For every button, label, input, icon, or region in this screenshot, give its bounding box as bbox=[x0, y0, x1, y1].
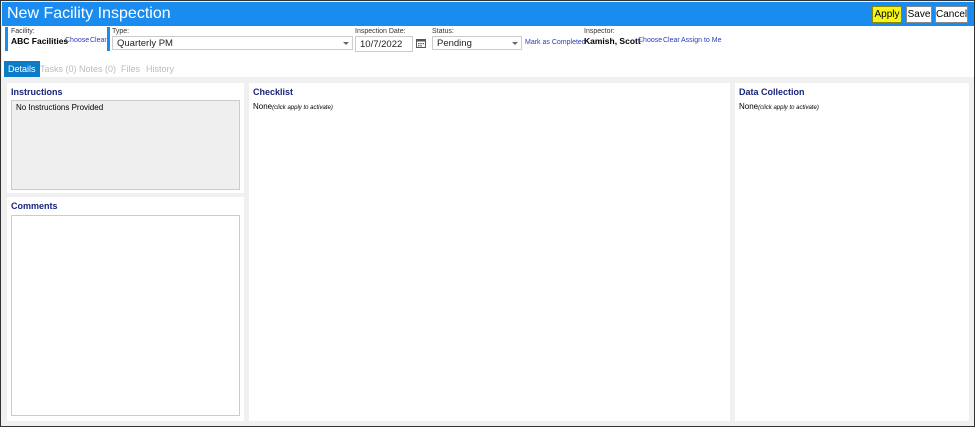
inspection-date-label: Inspection Date: bbox=[355, 28, 406, 35]
data-collection-heading: Data Collection bbox=[739, 87, 805, 97]
instructions-panel: Instructions No Instructions Provided bbox=[7, 83, 244, 193]
chevron-down-icon bbox=[343, 42, 349, 45]
checklist-empty: None(click apply to activate) bbox=[253, 102, 333, 111]
calendar-icon[interactable] bbox=[416, 38, 426, 48]
comments-heading: Comments bbox=[11, 201, 58, 211]
data-collection-empty: None(click apply to activate) bbox=[739, 102, 819, 111]
type-select-value: Quarterly PM bbox=[117, 38, 173, 49]
save-button[interactable]: Save bbox=[906, 6, 932, 23]
status-select-value: Pending bbox=[437, 38, 472, 49]
facility-value: ABC Facilities bbox=[11, 36, 69, 46]
facility-choose-link[interactable]: Choose bbox=[65, 37, 89, 44]
checklist-none: None bbox=[253, 102, 273, 111]
inspector-label: Inspector: bbox=[584, 28, 615, 35]
assign-to-me-link[interactable]: Assign to Me bbox=[681, 37, 721, 44]
tab-files[interactable]: Files bbox=[121, 61, 140, 77]
checklist-heading: Checklist bbox=[253, 87, 294, 97]
instructions-heading: Instructions bbox=[11, 87, 63, 97]
data-collection-panel: Data Collection None(click apply to acti… bbox=[735, 83, 969, 421]
title-bar: New Facility Inspection Apply Save Cance… bbox=[2, 2, 974, 26]
data-collection-none: None bbox=[739, 102, 759, 111]
instructions-box: No Instructions Provided bbox=[11, 100, 240, 190]
inspection-date-input[interactable]: 10/7/2022 bbox=[355, 36, 413, 52]
apply-button[interactable]: Apply bbox=[872, 6, 902, 23]
facility-accent bbox=[5, 27, 8, 51]
comments-textarea[interactable] bbox=[11, 215, 240, 416]
mark-completed-link[interactable]: Mark as Completed bbox=[525, 39, 586, 46]
page-title: New Facility Inspection bbox=[7, 5, 171, 22]
tab-details[interactable]: Details bbox=[4, 61, 40, 77]
instructions-text: No Instructions Provided bbox=[16, 103, 104, 112]
inspector-value: Kamish, Scott bbox=[584, 36, 641, 46]
tab-notes[interactable]: Notes (0) bbox=[79, 61, 116, 77]
facility-clear-link[interactable]: Clear bbox=[90, 37, 107, 44]
checklist-hint: (click apply to activate) bbox=[272, 105, 333, 111]
comments-panel: Comments bbox=[7, 197, 244, 421]
inspection-date-value: 10/7/2022 bbox=[360, 39, 403, 50]
type-accent bbox=[107, 27, 110, 51]
status-label: Status: bbox=[432, 28, 454, 35]
inspection-header: Facility: ABC Facilities Choose Clear Ty… bbox=[2, 26, 974, 60]
type-label: Type: bbox=[112, 28, 130, 35]
cancel-button[interactable]: Cancel bbox=[935, 6, 968, 23]
data-collection-hint: (click apply to activate) bbox=[758, 105, 819, 111]
app-window: New Facility Inspection Apply Save Cance… bbox=[0, 0, 975, 427]
tab-bar: Details Tasks (0) Notes (0) Files Histor… bbox=[2, 60, 974, 77]
inspector-clear-link[interactable]: Clear bbox=[663, 37, 680, 44]
facility-label: Facility: bbox=[11, 28, 35, 35]
tab-history[interactable]: History bbox=[146, 61, 174, 77]
chevron-down-icon bbox=[512, 42, 518, 45]
inspector-choose-link[interactable]: Choose bbox=[638, 37, 662, 44]
type-select[interactable]: Quarterly PM bbox=[112, 36, 353, 50]
checklist-panel: Checklist None(click apply to activate) bbox=[249, 83, 730, 421]
status-select[interactable]: Pending bbox=[432, 36, 522, 50]
tab-tasks[interactable]: Tasks (0) bbox=[40, 61, 77, 77]
